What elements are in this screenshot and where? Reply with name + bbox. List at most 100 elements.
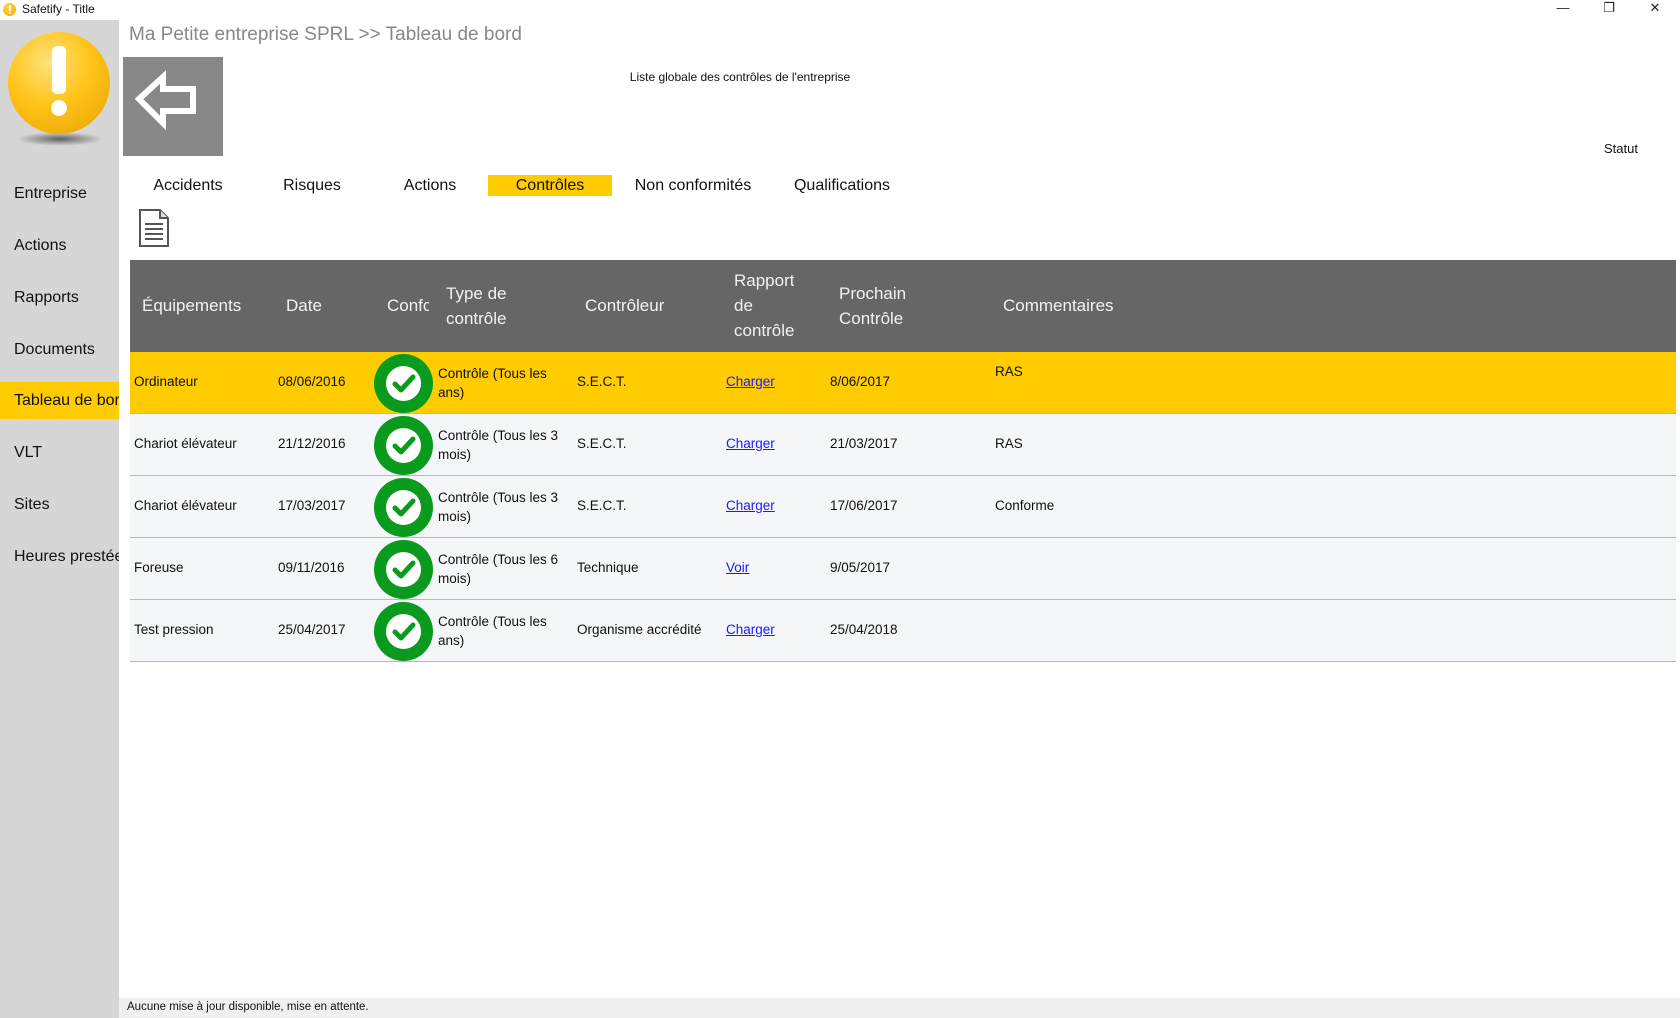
cell-equipement: Test pression	[134, 622, 214, 637]
cell-type-controle: Contrôle (Tous les ans)	[438, 366, 547, 400]
cell-prochain-controle: 25/04/2018	[830, 622, 898, 637]
check-circle	[386, 428, 421, 463]
conforme-check-icon	[374, 354, 433, 413]
status-text: Aucune mise à jour disponible, mise en a…	[127, 1001, 369, 1013]
rapport-link[interactable]: Voir	[726, 560, 749, 575]
cell-equipement: Chariot élévateur	[134, 498, 237, 513]
document-icon	[139, 209, 169, 247]
status-bar: Aucune mise à jour disponible, mise en a…	[119, 998, 1680, 1018]
exclamation-dot	[51, 100, 67, 116]
cell-date: 17/03/2017	[278, 498, 346, 513]
header-line: contrôle	[734, 321, 795, 340]
cell-type-controle: Contrôle (Tous les 3 mois)	[438, 428, 559, 462]
column-header-controleur[interactable]: Contrôleur	[585, 293, 664, 318]
cell-prochain-controle: 9/05/2017	[830, 560, 891, 575]
tab-risques[interactable]: Risques	[262, 175, 362, 196]
breadcrumb: Ma Petite entreprise SPRL >> Tableau de …	[129, 24, 522, 45]
sidebar-item-heures-prestees[interactable]: Heures prestées	[0, 538, 119, 575]
table-row[interactable]: Foreuse 09/11/2016 Contrôle (Tous les 6 …	[130, 538, 1676, 600]
rapport-link[interactable]: Charger	[726, 374, 775, 389]
cell-equipement: Chariot élévateur	[134, 436, 237, 451]
cell-commentaires: Conforme	[995, 498, 1055, 513]
cell-controleur: Organisme accrédité	[577, 622, 702, 637]
conforme-check-icon	[374, 478, 433, 537]
cell-date: 08/06/2016	[278, 374, 346, 389]
rapport-link[interactable]: Charger	[726, 498, 775, 513]
column-header-prochain-controle[interactable]: Prochain Contrôle	[839, 281, 906, 331]
cell-controleur: S.E.C.T.	[577, 436, 627, 451]
column-header-rapport-de-controle[interactable]: Rapport de contrôle	[734, 268, 794, 343]
check-circle	[386, 614, 421, 649]
tab-accidents[interactable]: Accidents	[140, 175, 236, 196]
column-header-conforme[interactable]: Confo	[387, 293, 429, 318]
sidebar-item-sites[interactable]: Sites	[0, 486, 119, 523]
cell-equipement: Foreuse	[134, 560, 184, 575]
header-line: de	[734, 296, 753, 315]
sidebar-item-rapports[interactable]: Rapports	[0, 279, 119, 316]
sidebar-item-documents[interactable]: Documents	[0, 331, 119, 368]
logo-shadow	[16, 132, 104, 146]
cell-controleur: Technique	[577, 560, 639, 575]
cell-type-controle: Contrôle (Tous les 3 mois)	[438, 490, 559, 524]
cell-type-controle: Contrôle (Tous les ans)	[438, 614, 547, 648]
column-header-equipements[interactable]: Équipements	[142, 293, 241, 318]
cell-date: 25/04/2017	[278, 622, 346, 637]
close-button[interactable]: ✕	[1632, 0, 1678, 18]
column-header-commentaires[interactable]: Commentaires	[1003, 293, 1114, 318]
checkmark	[392, 374, 416, 393]
conforme-check-icon	[374, 602, 433, 661]
check-circle	[386, 490, 421, 525]
window-title: Safetify - Title	[22, 2, 95, 16]
header-line: Contrôle	[839, 309, 904, 328]
tab-qualifications[interactable]: Qualifications	[782, 175, 902, 196]
check-circle	[386, 366, 421, 401]
header-line: Rapport	[734, 271, 795, 290]
cell-controleur: S.E.C.T.	[577, 374, 627, 389]
table-row[interactable]: Chariot élévateur 17/03/2017 Contrôle (T…	[130, 476, 1676, 538]
sidebar: Entreprise Actions Rapports Documents Ta…	[0, 20, 119, 1018]
table-row[interactable]: Ordinateur 08/06/2016 Contrôle (Tous les…	[130, 352, 1676, 414]
sidebar-item-actions[interactable]: Actions	[0, 227, 119, 264]
new-document-button[interactable]	[138, 208, 170, 248]
tab-controles[interactable]: Contrôles	[488, 175, 612, 196]
column-header-date[interactable]: Date	[286, 293, 322, 318]
rapport-link[interactable]: Charger	[726, 622, 775, 637]
exclamation-bar	[52, 46, 66, 94]
checkmark	[392, 498, 416, 517]
conforme-check-icon	[374, 540, 433, 599]
list-title: Liste globale des contrôles de l'entrepr…	[629, 70, 851, 84]
minimize-button[interactable]: —	[1540, 0, 1586, 18]
cell-commentaires: RAS	[995, 364, 1023, 379]
cell-date: 21/12/2016	[278, 436, 346, 451]
table-row[interactable]: Test pression 25/04/2017 Contrôle (Tous …	[130, 600, 1676, 662]
cell-prochain-controle: 17/06/2017	[830, 498, 898, 513]
table-row[interactable]: Chariot élévateur 21/12/2016 Contrôle (T…	[130, 414, 1676, 476]
title-bar: Safetify - Title — ❐ ✕	[0, 0, 1680, 20]
tab-actions[interactable]: Actions	[380, 175, 480, 196]
restore-button[interactable]: ❐	[1586, 0, 1632, 18]
cell-prochain-controle: 21/03/2017	[830, 436, 898, 451]
statut-label: Statut	[1604, 141, 1638, 156]
header-line: contrôle	[446, 309, 507, 328]
sidebar-item-vlt[interactable]: VLT	[0, 434, 119, 471]
header-line: Prochain	[839, 284, 907, 303]
cell-controleur: S.E.C.T.	[577, 498, 627, 513]
cell-equipement: Ordinateur	[134, 374, 198, 389]
app-logo-icon	[3, 3, 16, 16]
checkmark	[392, 560, 416, 579]
cell-commentaires: RAS	[995, 436, 1023, 451]
tab-non-conformites[interactable]: Non conformités	[618, 175, 768, 196]
cell-date: 09/11/2016	[278, 560, 345, 575]
cell-prochain-controle: 8/06/2017	[830, 374, 891, 389]
check-circle	[386, 552, 421, 587]
cell-type-controle: Contrôle (Tous les 6 mois)	[438, 552, 559, 586]
checkmark	[392, 622, 416, 641]
back-button[interactable]	[123, 57, 223, 156]
rapport-link[interactable]: Charger	[726, 436, 775, 451]
sidebar-item-entreprise[interactable]: Entreprise	[0, 175, 119, 212]
table-header: Équipements Date Confo Type de contrôle …	[130, 260, 1676, 352]
app-logo	[8, 32, 112, 152]
column-header-type-de-controle[interactable]: Type de contrôle	[446, 281, 507, 331]
sidebar-item-tableau-de-bord[interactable]: Tableau de bord	[0, 382, 119, 419]
header-line: Type de	[446, 284, 507, 303]
